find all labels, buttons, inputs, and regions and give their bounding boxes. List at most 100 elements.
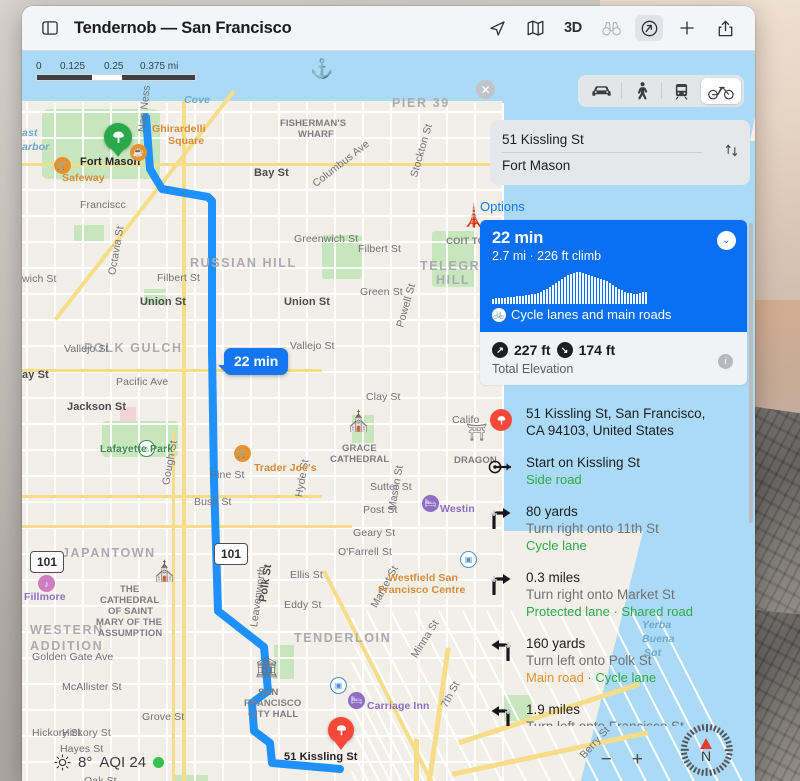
route-card[interactable]: ⌄ 22 min 2.7 mi · 226 ft climb 🚲 Cycle l…	[480, 220, 747, 385]
directions-icon[interactable]	[635, 15, 663, 41]
elevation-bar	[540, 292, 542, 304]
map-poi-label: Square	[168, 135, 205, 147]
sidebar-toggle-button[interactable]	[36, 15, 64, 41]
elevation-bar	[579, 272, 581, 304]
map-poi-label: Lafayette Park	[100, 443, 174, 455]
compass-tick	[725, 740, 732, 744]
drive-mode-button[interactable]	[581, 78, 621, 104]
eta-bubble[interactable]: 22 min	[217, 348, 289, 375]
elevation-bar	[507, 297, 509, 304]
zoom-out-button[interactable]: −	[601, 749, 612, 771]
map-neighborhood-label: HILL	[436, 273, 471, 287]
elevation-bar	[552, 285, 554, 304]
zoom-in-button[interactable]: +	[632, 749, 643, 771]
location-arrow-icon[interactable]	[483, 15, 511, 41]
destination-pin-tail	[335, 742, 347, 750]
step-body: Start on Kissling St Side road	[526, 454, 743, 488]
cycle-mode-button[interactable]	[701, 78, 741, 104]
step-primary-text: 1.9 miles	[526, 702, 581, 717]
start-pin[interactable]	[104, 123, 132, 151]
panel-scrollbar[interactable]	[749, 223, 753, 523]
step-secondary-text: Turn right onto 11th St	[526, 521, 659, 536]
step-tag-separator: ·	[609, 604, 622, 619]
map-poi-label: Carriage Inn	[367, 700, 430, 712]
step-tags: Protected lane · Shared road	[526, 603, 743, 620]
chevron-down-icon[interactable]: ⌄	[717, 231, 736, 250]
poi-icon-ghirardelli[interactable]: ☕	[130, 144, 147, 161]
transit-mode-button[interactable]	[661, 78, 701, 104]
binoculars-icon[interactable]	[597, 15, 625, 41]
maps-window: Tendernob — San Francisco 3D Fort Mason …	[22, 6, 755, 781]
direction-step[interactable]: 160 yards Turn left onto Polk St Main road…	[480, 628, 747, 694]
direction-step[interactable]: 0.3 miles Turn right onto Market St Protec…	[480, 562, 747, 628]
weather-status[interactable]: 8° AQI 24	[54, 754, 165, 771]
route-endpoints-field[interactable]: 51 Kissling St Fort Mason	[490, 120, 750, 185]
turn-right-icon	[486, 503, 516, 529]
direction-step[interactable]: 1.9 milesTurn left onto Francisco StShar…	[480, 694, 747, 726]
elevation-bar	[636, 294, 638, 304]
poi-icon-carriage-inn[interactable]: 🛏	[348, 692, 365, 709]
map-street-label: Bay St	[254, 167, 289, 179]
compass-tick	[680, 749, 689, 751]
elevation-bar	[630, 293, 632, 304]
map-neighborhood-label: JAPANTOWN	[62, 546, 156, 560]
turn-left-icon	[486, 635, 516, 661]
destination-field[interactable]: Fort Mason	[502, 155, 738, 176]
close-icon[interactable]: ✕	[476, 80, 495, 99]
direction-step[interactable]: 51 Kissling St, San Francisco, CA 94103, …	[480, 398, 747, 447]
map-poi-label: ast	[22, 127, 38, 139]
poi-icon-trader-joes[interactable]: 🛒	[234, 445, 251, 462]
elevation-bar	[498, 298, 500, 304]
origin-field[interactable]: 51 Kissling St	[502, 129, 738, 150]
options-link[interactable]: Options	[480, 199, 525, 214]
poi-icon-westin[interactable]: 🛏	[422, 495, 439, 512]
destination-pin[interactable]	[328, 717, 354, 743]
elevation-bar	[618, 289, 620, 304]
map-street-label: O'Farrell St	[338, 546, 392, 558]
map-poi-label: PIER 39	[392, 96, 450, 110]
map-poi-label: FISHERMAN'S	[280, 118, 347, 129]
map-street-label: Grove St	[142, 711, 185, 723]
elevation-bar	[567, 275, 569, 304]
share-icon[interactable]	[711, 15, 739, 41]
compass-control[interactable]: N	[679, 723, 733, 777]
map-street-label: Ellis St	[290, 569, 323, 581]
map-poi-label: Safeway	[62, 172, 105, 184]
map-poi-label: Westfield San	[388, 572, 458, 584]
step-secondary-text: Turn right onto Market St	[526, 587, 675, 602]
zoom-controls[interactable]: − +	[601, 749, 643, 771]
map-street-label: Eddy St	[284, 599, 322, 611]
directions-step-list[interactable]: 51 Kissling St, San Francisco, CA 94103, …	[480, 398, 747, 726]
elevation-bar	[492, 299, 494, 304]
swap-icon[interactable]	[724, 143, 739, 161]
compass-tick	[701, 769, 705, 776]
map-street-label: Filbert St	[157, 272, 201, 284]
elevation-caption: Total Elevation	[492, 362, 574, 376]
transport-mode-selector[interactable]	[578, 75, 744, 107]
walk-mode-button[interactable]	[621, 78, 661, 104]
route-card-header[interactable]: ⌄ 22 min 2.7 mi · 226 ft climb 🚲 Cycle l…	[480, 220, 747, 332]
map-street-label: Green St	[360, 286, 403, 298]
sun-icon	[54, 754, 71, 771]
cycle-badge-icon: 🚲	[492, 307, 506, 322]
elevation-bar	[504, 298, 506, 304]
step-primary-text: Start on Kissling St	[526, 455, 641, 470]
step-tags: Side road	[526, 471, 743, 488]
map-canvas[interactable]: Fort Mason 51 Kissling St 22 min ⚓ 🗼 ⛪ ⛪…	[22, 51, 755, 781]
map-poi-label: Cove	[184, 94, 211, 106]
poi-icon-fillmore[interactable]: ♪	[38, 575, 55, 592]
map-poi-label: THE	[120, 584, 140, 595]
add-icon[interactable]	[673, 15, 701, 41]
info-icon[interactable]: i	[718, 354, 733, 369]
direction-step[interactable]: Start on Kissling St Side road	[480, 447, 747, 496]
direction-step[interactable]: 80 yards Turn right onto 11th St Cycle lan…	[480, 496, 747, 562]
elevation-summary: ↗ 227 ft ↘ 174 ft Total Elevation i	[480, 332, 747, 385]
route-duration: 22 min	[492, 229, 544, 247]
compass-north-needle-icon	[700, 737, 712, 749]
elevation-bar	[600, 279, 602, 304]
3d-toggle-button[interactable]: 3D	[559, 15, 587, 41]
poi-icon-transit-1[interactable]: ▣	[330, 677, 347, 694]
car-icon	[591, 86, 611, 96]
step-tags: Cycle lane	[526, 537, 743, 554]
map-book-icon[interactable]	[521, 15, 549, 41]
